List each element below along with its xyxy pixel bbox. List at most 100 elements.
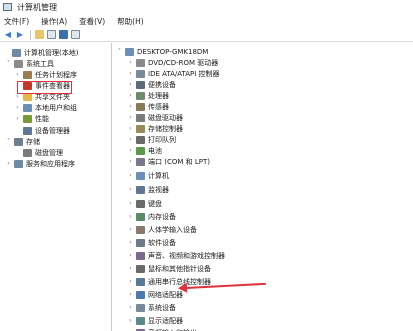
network-adapter-icon [136,290,145,299]
nav-tree-item[interactable]: 计算机管理(本地) [3,47,78,58]
device-manager-icon [23,126,32,135]
chevron-right-icon[interactable]: › [127,252,134,259]
memory-icon [136,212,145,221]
chevron-right-icon[interactable]: › [127,136,134,143]
mouse-icon [136,264,145,273]
chevron-right-icon[interactable]: › [127,186,134,193]
nav-tree-item[interactable]: › 任务计划程序 [14,69,77,80]
window-title: 计算机管理 [17,2,57,12]
clock-icon [23,70,32,79]
chevron-right-icon[interactable]: › [127,304,134,311]
services-icon [14,159,23,168]
show-hide-tree-icon[interactable] [46,30,56,40]
chevron-right-icon[interactable]: › [127,200,134,207]
portable-device-icon [136,80,145,89]
device-tree-item[interactable]: › 监视器 [127,184,169,195]
nav-tree-item[interactable]: › 服务和应用程序 [5,158,75,169]
back-arrow-icon[interactable]: ◀ [3,30,13,40]
menu-file[interactable]: 文件(F) [4,16,29,27]
device-tree-item[interactable]: › 软件设备 [127,237,176,248]
menu-action[interactable]: 操作(A) [41,16,67,27]
device-tree-item[interactable]: ›音频输入和输出 [127,327,197,331]
chevron-right-icon[interactable]: › [127,278,134,285]
help-icon[interactable] [58,30,68,40]
nav-tree-item-label: 磁盘管理 [35,148,63,157]
nav-tree-item-label: 系统工具 [26,59,54,68]
device-tree-item[interactable]: › 网络适配器 [127,289,183,300]
chevron-right-icon[interactable]: › [127,265,134,272]
device-tree-item[interactable]: › 声音、视频和游戏控制器 [127,250,225,261]
chevron-right-icon[interactable]: › [14,104,21,111]
device-tree-item[interactable]: › 计算机 [127,170,169,181]
device-tree-item[interactable]: › 打印队列 [127,134,176,145]
sensor-icon [136,102,145,111]
chevron-right-icon[interactable]: › [14,115,21,122]
nav-tree-item-label: 本地用户和组 [35,103,77,112]
chevron-right-icon[interactable]: › [127,81,134,88]
device-tree-item[interactable]: › 处理器 [127,90,169,101]
nav-tree-item[interactable]: 设备管理器 [14,125,70,136]
device-tree-item[interactable]: › 键盘 [127,198,162,209]
device-tree-item-label: 声音、视频和游戏控制器 [148,251,225,260]
device-tree-item-label: 传感器 [148,102,169,111]
chevron-right-icon[interactable]: › [127,114,134,121]
nav-tree-item[interactable]: › 性能 [14,113,49,124]
monitor-icon [136,185,145,194]
device-list-pane: ˅ DESKTOP-GMK18DM › DVD/CD-ROM 驱动器 › IDE ATA/… [113,43,413,331]
device-tree-item[interactable]: › 电池 [127,145,162,156]
chevron-right-icon[interactable]: › [127,213,134,220]
forward-arrow-icon[interactable]: ▶ [15,30,25,40]
nav-tree-item[interactable]: ˅ 系统工具 [5,58,54,69]
system-device-icon [136,303,145,312]
properties-icon[interactable] [70,30,80,40]
menu-help[interactable]: 帮助(H) [117,16,144,27]
chevron-down-icon[interactable]: ˅ [116,48,123,55]
chevron-right-icon[interactable]: › [127,172,134,179]
device-tree-item-label: 磁盘驱动器 [148,113,183,122]
chevron-right-icon[interactable]: › [127,317,134,324]
chevron-right-icon[interactable]: › [127,291,134,298]
keyboard-icon [136,199,145,208]
chevron-right-icon[interactable]: › [14,71,21,78]
toolbar: ◀ ▶ [0,28,413,42]
device-tree-item[interactable]: › 便携设备 [127,79,176,90]
ide-controller-icon [136,69,145,78]
audio-icon [136,251,145,260]
dvd-drive-icon [136,58,145,67]
device-tree-item[interactable]: › 系统设备 [127,302,176,313]
chevron-right-icon[interactable]: › [14,93,21,100]
device-tree-item[interactable]: › 端口 (COM 和 LPT) [127,156,210,167]
chevron-right-icon[interactable]: › [127,70,134,77]
device-tree-item-label: 处理器 [148,91,169,100]
device-tree-item-label: 打印队列 [148,135,176,144]
chevron-down-icon[interactable]: ˅ [5,60,12,67]
device-tree-item[interactable]: › IDE ATA/ATAPI 控制器 [127,68,220,79]
toolbar-separator [30,29,31,40]
device-tree-item[interactable]: › 人体学输入设备 [127,224,197,235]
chevron-right-icon[interactable]: › [127,103,134,110]
device-tree-item[interactable]: › 内存设备 [127,211,176,222]
chevron-down-icon[interactable]: ˅ [5,138,12,145]
device-tree-item[interactable]: ˅ DESKTOP-GMK18DM [116,46,208,57]
menu-view[interactable]: 查看(V) [79,16,105,27]
device-tree-item-label: 监视器 [148,185,169,194]
chevron-right-icon[interactable]: › [127,158,134,165]
device-tree-item[interactable]: › DVD/CD-ROM 驱动器 [127,57,218,68]
processor-icon [136,91,145,100]
chevron-right-icon[interactable]: › [127,92,134,99]
device-tree-item[interactable]: › 传感器 [127,101,169,112]
chevron-right-icon[interactable]: › [5,160,12,167]
chevron-right-icon[interactable]: › [127,239,134,246]
device-tree-item[interactable]: › 存储控制器 [127,123,183,134]
nav-tree-item[interactable]: 磁盘管理 [14,147,63,158]
chevron-right-icon[interactable]: › [127,59,134,66]
chevron-right-icon[interactable]: › [127,147,134,154]
device-tree-item[interactable]: › 鼠标和其他指针设备 [127,263,211,274]
device-tree-item[interactable]: › 显示适配器 [127,315,183,326]
nav-tree-item[interactable]: › 本地用户和组 [14,102,77,113]
chevron-right-icon[interactable]: › [127,226,134,233]
chevron-right-icon[interactable]: › [127,125,134,132]
nav-tree-item[interactable]: ˅ 存储 [5,136,40,147]
up-folder-icon[interactable] [34,30,44,40]
device-tree-item[interactable]: › 磁盘驱动器 [127,112,183,123]
